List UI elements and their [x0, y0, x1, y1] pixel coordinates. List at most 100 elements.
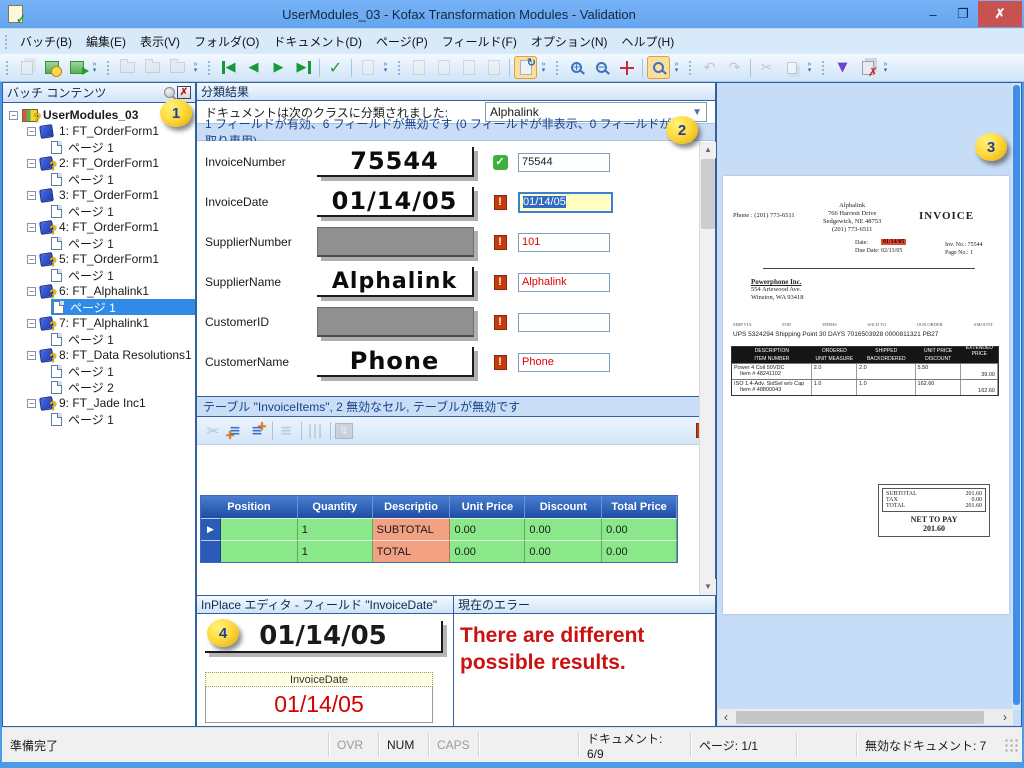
confirm-field-icon[interactable]: ▼: [831, 56, 854, 79]
suppliernumber-input[interactable]: 101: [518, 232, 610, 252]
open-batch-icon[interactable]: [15, 56, 38, 79]
menu-item-0[interactable]: バッチ(B): [13, 29, 79, 54]
menu-item-3[interactable]: フォルダ(O): [187, 29, 266, 54]
tree-document-node[interactable]: − 2: FT_OrderForm1: [3, 155, 195, 171]
maximize-button[interactable]: ❐: [948, 1, 978, 27]
invoicedate-input[interactable]: 01/14/05: [518, 191, 613, 213]
grid-cell[interactable]: 0.00: [450, 518, 526, 540]
new-document-icon[interactable]: [356, 56, 379, 79]
fields-vertical-scrollbar[interactable]: ▲ ▼: [699, 142, 716, 595]
delete-cells-icon[interactable]: ✂: [203, 421, 223, 441]
grid-column-header[interactable]: Position: [201, 496, 298, 518]
columns-icon[interactable]: |||: [305, 421, 325, 441]
grid-column-header[interactable]: Total Price: [602, 496, 678, 518]
toolbar-overflow-button[interactable]: » ▾: [804, 56, 815, 80]
cut-icon[interactable]: ✂: [755, 56, 778, 79]
menu-item-5[interactable]: ページ(P): [369, 29, 435, 54]
grid-cell[interactable]: 0.00: [602, 518, 678, 540]
expander-icon[interactable]: −: [27, 190, 36, 200]
insert-row-icon[interactable]: ≡ +: [225, 421, 245, 442]
row-selector[interactable]: [201, 540, 221, 562]
first-page-icon[interactable]: [407, 56, 430, 79]
tree-page-node[interactable]: ページ 1: [3, 203, 195, 219]
close-button[interactable]: ✗: [978, 1, 1022, 27]
tree-document-node[interactable]: − 7: FT_Alphalink1: [3, 315, 195, 331]
close-batch-icon[interactable]: [65, 56, 89, 79]
grid-cell[interactable]: [220, 518, 298, 540]
next-document-icon[interactable]: ▶: [267, 56, 290, 79]
toolbar-overflow-button[interactable]: » ▾: [538, 56, 549, 80]
panel-close-icon[interactable]: ✗: [177, 86, 191, 99]
grid-column-header[interactable]: Quantity: [298, 496, 373, 518]
suspend-batch-icon[interactable]: [40, 56, 63, 79]
prev-document-icon[interactable]: ◀: [242, 56, 265, 79]
tree-document-node[interactable]: − 1: FT_OrderForm1: [3, 123, 195, 139]
grid-cell[interactable]: 0.00: [525, 518, 603, 540]
toolbar-overflow-button[interactable]: » ▾: [89, 56, 100, 80]
toolbar-overflow-button[interactable]: » ▾: [380, 56, 391, 80]
add-row-icon[interactable]: ≡ +: [247, 419, 267, 441]
delete-document-icon[interactable]: ✗: [856, 56, 879, 79]
menu-item-7[interactable]: オプション(N): [524, 29, 615, 54]
toolbar-overflow-button[interactable]: » ▾: [671, 56, 682, 80]
tree-page-node[interactable]: ページ 1: [3, 267, 195, 283]
menu-item-2[interactable]: 表示(V): [133, 29, 187, 54]
grid-column-header[interactable]: Descriptio: [373, 496, 451, 518]
grid-row[interactable]: ▶ 1 SUBTOTAL 0.00 0.00 0.00: [201, 518, 678, 540]
tree-page-node[interactable]: ページ 1: [3, 411, 195, 427]
expander-icon[interactable]: −: [27, 350, 36, 360]
customerid-input[interactable]: [518, 312, 610, 332]
grid-row[interactable]: 1 TOTAL 0.00 0.00 0.00: [201, 540, 678, 562]
resize-grip[interactable]: [1004, 738, 1020, 754]
expander-icon[interactable]: −: [27, 318, 36, 328]
last-document-icon[interactable]: ▶: [292, 56, 315, 79]
tree-document-node[interactable]: − 3: FT_OrderForm1: [3, 187, 195, 203]
grid-cell[interactable]: [220, 540, 298, 562]
fit-page-icon[interactable]: [615, 56, 638, 79]
grid-cell[interactable]: 1: [297, 540, 373, 562]
menu-item-4[interactable]: ドキュメント(D): [266, 29, 369, 54]
expander-icon[interactable]: −: [9, 110, 18, 120]
expander-icon[interactable]: −: [27, 222, 36, 232]
tree-page-node[interactable]: ページ 1: [3, 139, 195, 155]
toolbar-overflow-button[interactable]: » ▾: [190, 56, 201, 80]
next-page-icon[interactable]: [457, 56, 480, 79]
expander-icon[interactable]: −: [27, 286, 36, 296]
grid-cell[interactable]: SUBTOTAL: [372, 518, 451, 540]
tree-page-node[interactable]: ページ 1: [3, 235, 195, 251]
zoom-out-icon[interactable]: −: [590, 56, 613, 79]
tree-document-node[interactable]: − 9: FT_Jade Inc1: [3, 395, 195, 411]
folder-prev-icon[interactable]: [116, 56, 139, 79]
document-page-image[interactable]: Phone : (201) 773-6511 Alphalink 766 Harr…: [723, 176, 1009, 614]
minimize-button[interactable]: –: [918, 1, 948, 27]
customername-input[interactable]: Phone: [518, 352, 610, 372]
copy-icon[interactable]: [780, 56, 803, 79]
tree-document-node[interactable]: − 5: FT_OrderForm1: [3, 251, 195, 267]
toolbar-overflow-button[interactable]: » ▾: [880, 56, 891, 80]
undo-icon[interactable]: ↶: [698, 56, 721, 79]
zoom-area-icon[interactable]: [647, 56, 670, 79]
tree-page-node[interactable]: ページ 1: [3, 171, 195, 187]
merge-rows-icon[interactable]: ≡: [276, 421, 296, 441]
last-page-icon[interactable]: [482, 56, 505, 79]
expander-icon[interactable]: −: [27, 254, 36, 264]
pin-icon[interactable]: [164, 87, 175, 98]
menu-item-8[interactable]: ヘルプ(H): [615, 29, 682, 54]
tree-document-node[interactable]: − 4: FT_OrderForm1: [3, 219, 195, 235]
folder-up-icon[interactable]: [141, 56, 164, 79]
expander-icon[interactable]: −: [27, 158, 36, 168]
folder-next-icon[interactable]: [166, 56, 189, 79]
preview-vertical-scrollbar[interactable]: [1012, 83, 1021, 710]
menu-item-6[interactable]: フィールド(F): [435, 29, 524, 54]
zoom-in-icon[interactable]: +: [565, 56, 588, 79]
expander-icon[interactable]: −: [27, 398, 36, 408]
first-document-icon[interactable]: ◀: [217, 56, 240, 79]
validate-document-icon[interactable]: ✓: [324, 56, 347, 79]
preview-horizontal-scrollbar[interactable]: ‹ ›: [718, 709, 1013, 725]
grid-cell[interactable]: TOTAL: [372, 540, 451, 562]
tree-document-node[interactable]: − 6: FT_Alphalink1: [3, 283, 195, 299]
auto-complete-icon[interactable]: ↯: [334, 421, 354, 441]
grid-column-header[interactable]: Unit Price: [450, 496, 526, 518]
tree-page-node[interactable]: ページ 2: [3, 379, 195, 395]
inplace-field-value[interactable]: 01/14/05: [205, 687, 433, 723]
